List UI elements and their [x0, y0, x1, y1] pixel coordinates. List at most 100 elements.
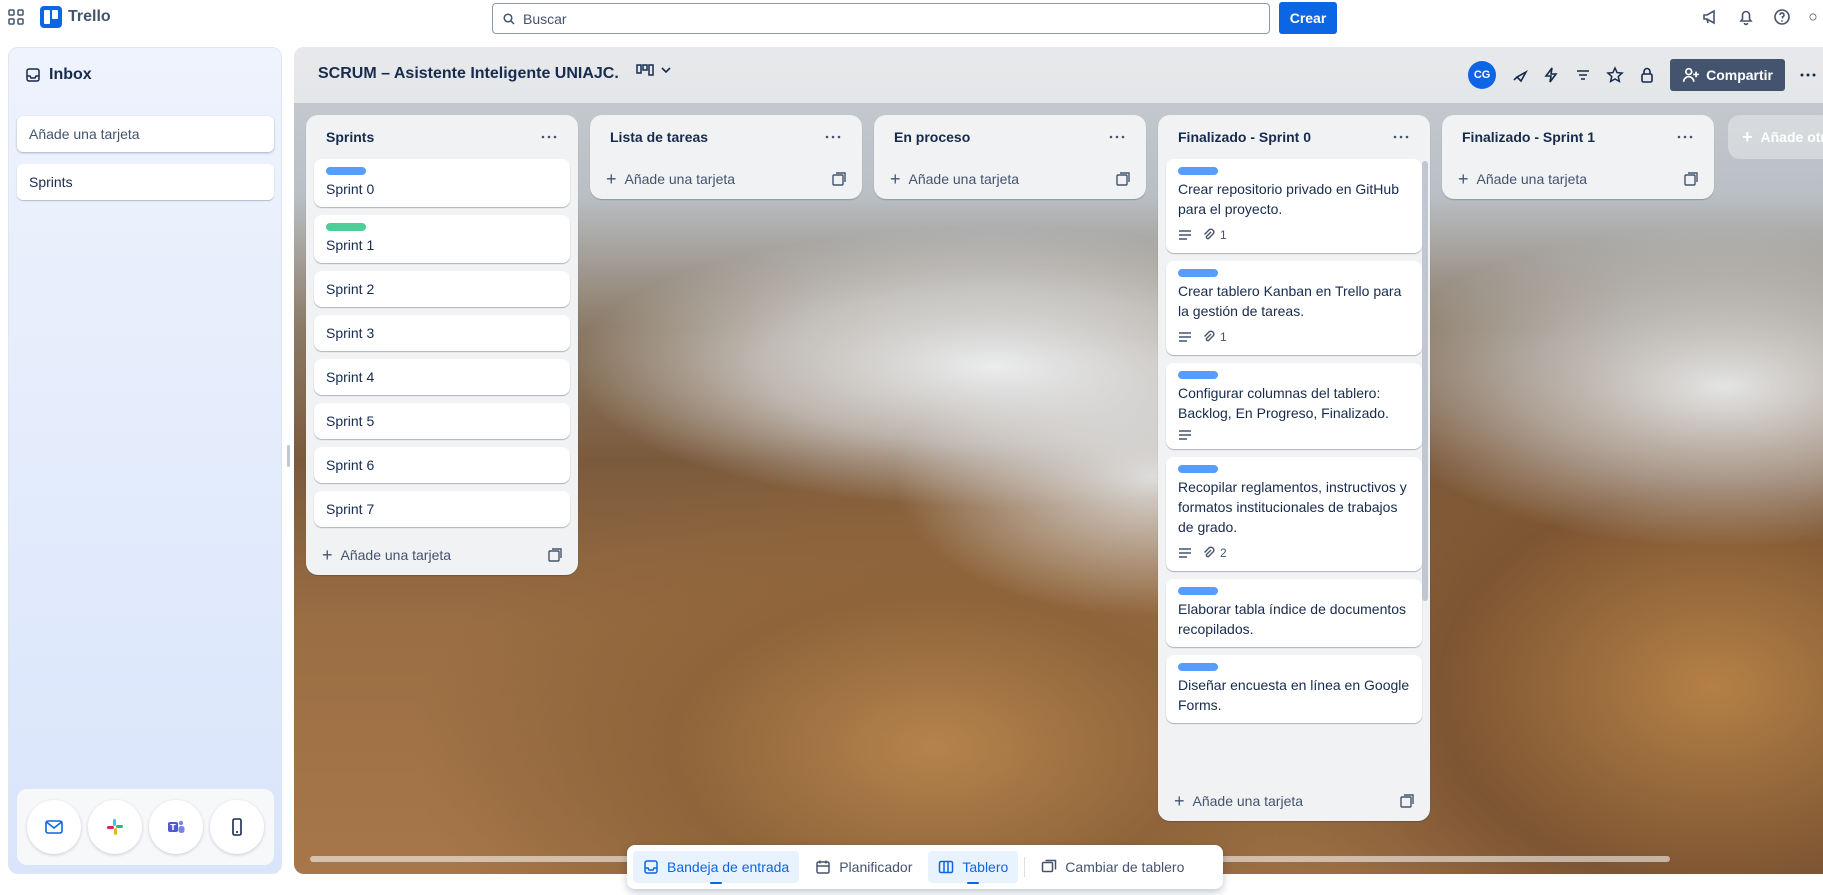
add-card-row[interactable]: + Añade una tarjeta [1442, 159, 1714, 199]
card[interactable]: Sprint 2 [314, 271, 570, 307]
list-more-icon[interactable] [1108, 128, 1126, 146]
inbox-card[interactable]: Sprints [17, 164, 274, 200]
template-icon[interactable] [1684, 172, 1698, 186]
panel-resize-handle[interactable] [287, 445, 290, 467]
inbox-icon [26, 68, 40, 82]
list-more-icon[interactable] [1676, 128, 1694, 146]
inbox-title: Inbox [49, 66, 92, 83]
add-card-row[interactable]: + Añade una tarjeta [1158, 781, 1430, 821]
app-switcher-icon[interactable] [8, 9, 24, 25]
card[interactable]: Sprint 0 [314, 159, 570, 207]
nav-planner-label: Planificador [839, 859, 913, 875]
template-icon[interactable] [548, 548, 562, 562]
search-icon [503, 12, 515, 25]
list-title[interactable]: En proceso [894, 129, 970, 145]
share-label: Compartir [1706, 67, 1773, 83]
add-card-row[interactable]: + Añade una tarjeta [590, 159, 862, 199]
board-title[interactable]: SCRUM – Asistente Inteligente UNIAJC. [318, 65, 619, 83]
card-badges: 2 [1178, 543, 1410, 563]
board-view-switcher[interactable] [636, 63, 672, 77]
attachment-badge: 1 [1202, 327, 1227, 347]
template-icon[interactable] [1116, 172, 1130, 186]
switch-board-icon [1042, 859, 1057, 873]
calendar-icon [816, 860, 830, 874]
add-card-row[interactable]: + Añade una tarjeta [306, 535, 578, 575]
slack-button[interactable] [87, 800, 142, 854]
add-card-label: Añade una tarjeta [340, 547, 452, 563]
automation-icon[interactable] [1542, 66, 1560, 84]
card[interactable]: Sprint 5 [314, 403, 570, 439]
card-badges: 1 [1178, 225, 1410, 245]
card-title: Sprint 0 [326, 181, 375, 197]
card[interactable]: Configurar columnas del tablero: Backlog… [1166, 363, 1422, 449]
card[interactable]: Sprint 7 [314, 491, 570, 527]
share-button[interactable]: Compartir [1670, 59, 1785, 91]
add-card-label: Añade una tarjeta [624, 171, 736, 187]
attachment-icon [1204, 330, 1215, 342]
description-badge [1178, 331, 1192, 343]
chevron-down-icon [661, 67, 671, 74]
nav-switch-label: Cambiar de tablero [1065, 859, 1185, 875]
list-more-icon[interactable] [540, 128, 558, 146]
list-scrollbar[interactable] [1422, 161, 1428, 601]
add-list-button[interactable]: + Añade otra lista [1728, 115, 1823, 159]
card[interactable]: Sprint 1 [314, 215, 570, 263]
card[interactable]: Sprint 6 [314, 447, 570, 483]
nav-switch-board[interactable]: Cambiar de tablero [1031, 851, 1194, 883]
card[interactable]: Crear repositorio privado en GitHub para… [1166, 159, 1422, 253]
card-title: Sprint 1 [326, 237, 375, 253]
search-input[interactable]: Buscar [492, 3, 1270, 34]
card-label [1178, 465, 1218, 473]
list-more-icon[interactable] [824, 128, 842, 146]
board-icon [939, 860, 954, 874]
power-ups-icon[interactable] [1510, 66, 1529, 84]
list-title[interactable]: Sprints [326, 129, 374, 145]
create-button[interactable]: Crear [1279, 2, 1337, 34]
megaphone-icon[interactable] [1701, 8, 1719, 26]
inbox-add-card-input[interactable]: Añade una tarjeta [17, 116, 274, 152]
plus-icon: + [1174, 790, 1185, 811]
bell-icon[interactable] [1737, 8, 1755, 26]
teams-button[interactable]: T [149, 800, 204, 854]
lock-icon[interactable] [1638, 66, 1656, 84]
add-person-icon [1682, 67, 1699, 82]
card[interactable]: Elaborar tabla índice de documentos reco… [1166, 579, 1422, 647]
card[interactable]: Recopilar reglamentos, instructivos y fo… [1166, 457, 1422, 571]
card[interactable]: Crear tablero Kanban en Trello para la g… [1166, 261, 1422, 355]
email-button[interactable] [26, 800, 81, 854]
card-title: Elaborar tabla índice de documentos reco… [1178, 601, 1407, 637]
filter-icon[interactable] [1574, 66, 1592, 84]
template-icon[interactable] [832, 172, 846, 186]
attachment-badge: 1 [1202, 225, 1227, 245]
description-icon [1179, 430, 1191, 440]
add-card-label: Añade una tarjeta [908, 171, 1020, 187]
card[interactable]: Sprint 3 [314, 315, 570, 351]
trello-logo[interactable]: Trello [40, 6, 111, 28]
card[interactable]: Diseñar encuesta en línea en Google Form… [1166, 655, 1422, 723]
template-icon[interactable] [1400, 794, 1414, 808]
help-icon[interactable] [1773, 8, 1791, 26]
more-icon[interactable] [1799, 66, 1817, 84]
description-badge [1178, 429, 1192, 441]
trello-logo-icon [40, 6, 62, 28]
star-icon[interactable] [1606, 66, 1624, 84]
card-title: Recopilar reglamentos, instructivos y fo… [1178, 479, 1407, 535]
add-card-row[interactable]: + Añade una tarjeta [874, 159, 1146, 199]
card-title: Sprint 4 [326, 369, 375, 385]
mobile-button[interactable] [210, 800, 265, 854]
card[interactable]: Sprint 4 [314, 359, 570, 395]
nav-inbox[interactable]: Bandeja de entrada [633, 851, 800, 884]
card-label [1178, 371, 1218, 379]
plus-icon: + [606, 168, 617, 189]
account-icon[interactable] [1809, 8, 1817, 26]
card-label [1178, 663, 1218, 671]
member-avatar[interactable]: CG [1468, 61, 1497, 89]
list-title[interactable]: Finalizado - Sprint 0 [1178, 129, 1311, 145]
list-title[interactable]: Lista de tareas [610, 129, 708, 145]
nav-planner[interactable]: Planificador [805, 851, 922, 883]
nav-board-label: Tablero [962, 859, 1009, 875]
list-title[interactable]: Finalizado - Sprint 1 [1462, 129, 1595, 145]
nav-board[interactable]: Tablero [928, 851, 1019, 884]
list-more-icon[interactable] [1392, 128, 1410, 146]
list-header: Finalizado - Sprint 0 [1158, 115, 1430, 159]
